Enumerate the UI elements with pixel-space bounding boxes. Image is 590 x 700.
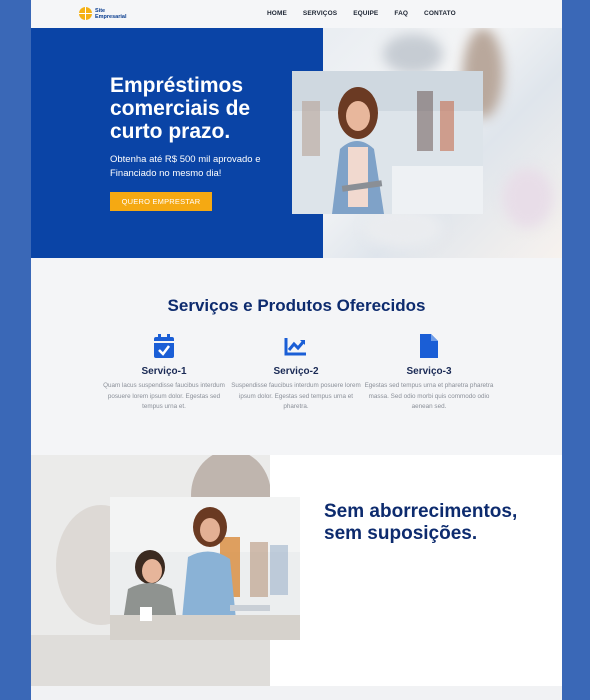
quero-emprestar-button[interactable]: QUERO EMPRESTAR xyxy=(110,192,212,211)
hero-blue-panel xyxy=(31,28,323,258)
calendar-check-icon xyxy=(154,334,174,358)
service-card-1: Serviço-1 Quam lacus suspendisse faucibu… xyxy=(99,334,229,413)
globe-logo-icon xyxy=(79,7,92,20)
service-card-2: Serviço-2 Suspendisse faucibus interdum … xyxy=(231,334,361,413)
nav-link-faq[interactable]: FAQ xyxy=(394,10,408,17)
benefits-photo-team xyxy=(110,497,300,640)
services-title: Serviços e Produtos Oferecidos xyxy=(167,296,426,315)
service-description: Egestas sed tempus urna et pharetra phar… xyxy=(364,382,494,410)
nav-link-contato[interactable]: CONTATO xyxy=(424,10,456,17)
hero-photo-woman-with-tablet xyxy=(292,71,483,214)
benefits-photo-illustration xyxy=(110,497,300,640)
file-icon xyxy=(420,334,438,358)
chart-line-icon xyxy=(284,338,306,356)
service-name: Serviço-2 xyxy=(273,366,319,377)
service-card-3: Serviço-3 Egestas sed tempus urna et pha… xyxy=(364,334,494,413)
nav-link-equipe[interactable]: EQUIPE xyxy=(353,10,378,17)
service-name: Serviço-3 xyxy=(406,366,452,377)
hero-subtitle: Obtenha até R$ 500 mil aprovado e Financ… xyxy=(110,154,261,179)
nav-link-home[interactable]: HOME xyxy=(267,10,287,17)
hero-photo-illustration xyxy=(292,71,483,214)
services-section: Serviços e Produtos Oferecidos Serviço-1… xyxy=(31,258,562,455)
service-description: Quam lacus suspendisse faucibus interdum… xyxy=(103,382,225,410)
top-navbar: Site Empresarial HOME SERVIÇOS EQUIPE FA… xyxy=(31,0,562,29)
service-name: Serviço-1 xyxy=(141,366,187,377)
nav-link-servicos[interactable]: SERVIÇOS xyxy=(303,10,337,17)
service-description: Suspendisse faucibus interdum posuere lo… xyxy=(231,382,361,410)
hero-title: Empréstimos comerciais de curto prazo. xyxy=(110,74,251,143)
benefits-section: Sem aborrecimentos, sem suposições. xyxy=(31,455,562,686)
logo-text: Site Empresarial xyxy=(95,8,127,20)
nav-links: HOME SERVIÇOS EQUIPE FAQ CONTATO xyxy=(267,10,472,17)
page: Site Empresarial HOME SERVIÇOS EQUIPE FA… xyxy=(31,0,562,700)
next-section-edge xyxy=(31,686,562,700)
site-logo[interactable]: Site Empresarial xyxy=(79,7,127,20)
logo-line2: Empresarial xyxy=(95,13,127,20)
benefits-title: Sem aborrecimentos, sem suposições. xyxy=(324,501,518,544)
